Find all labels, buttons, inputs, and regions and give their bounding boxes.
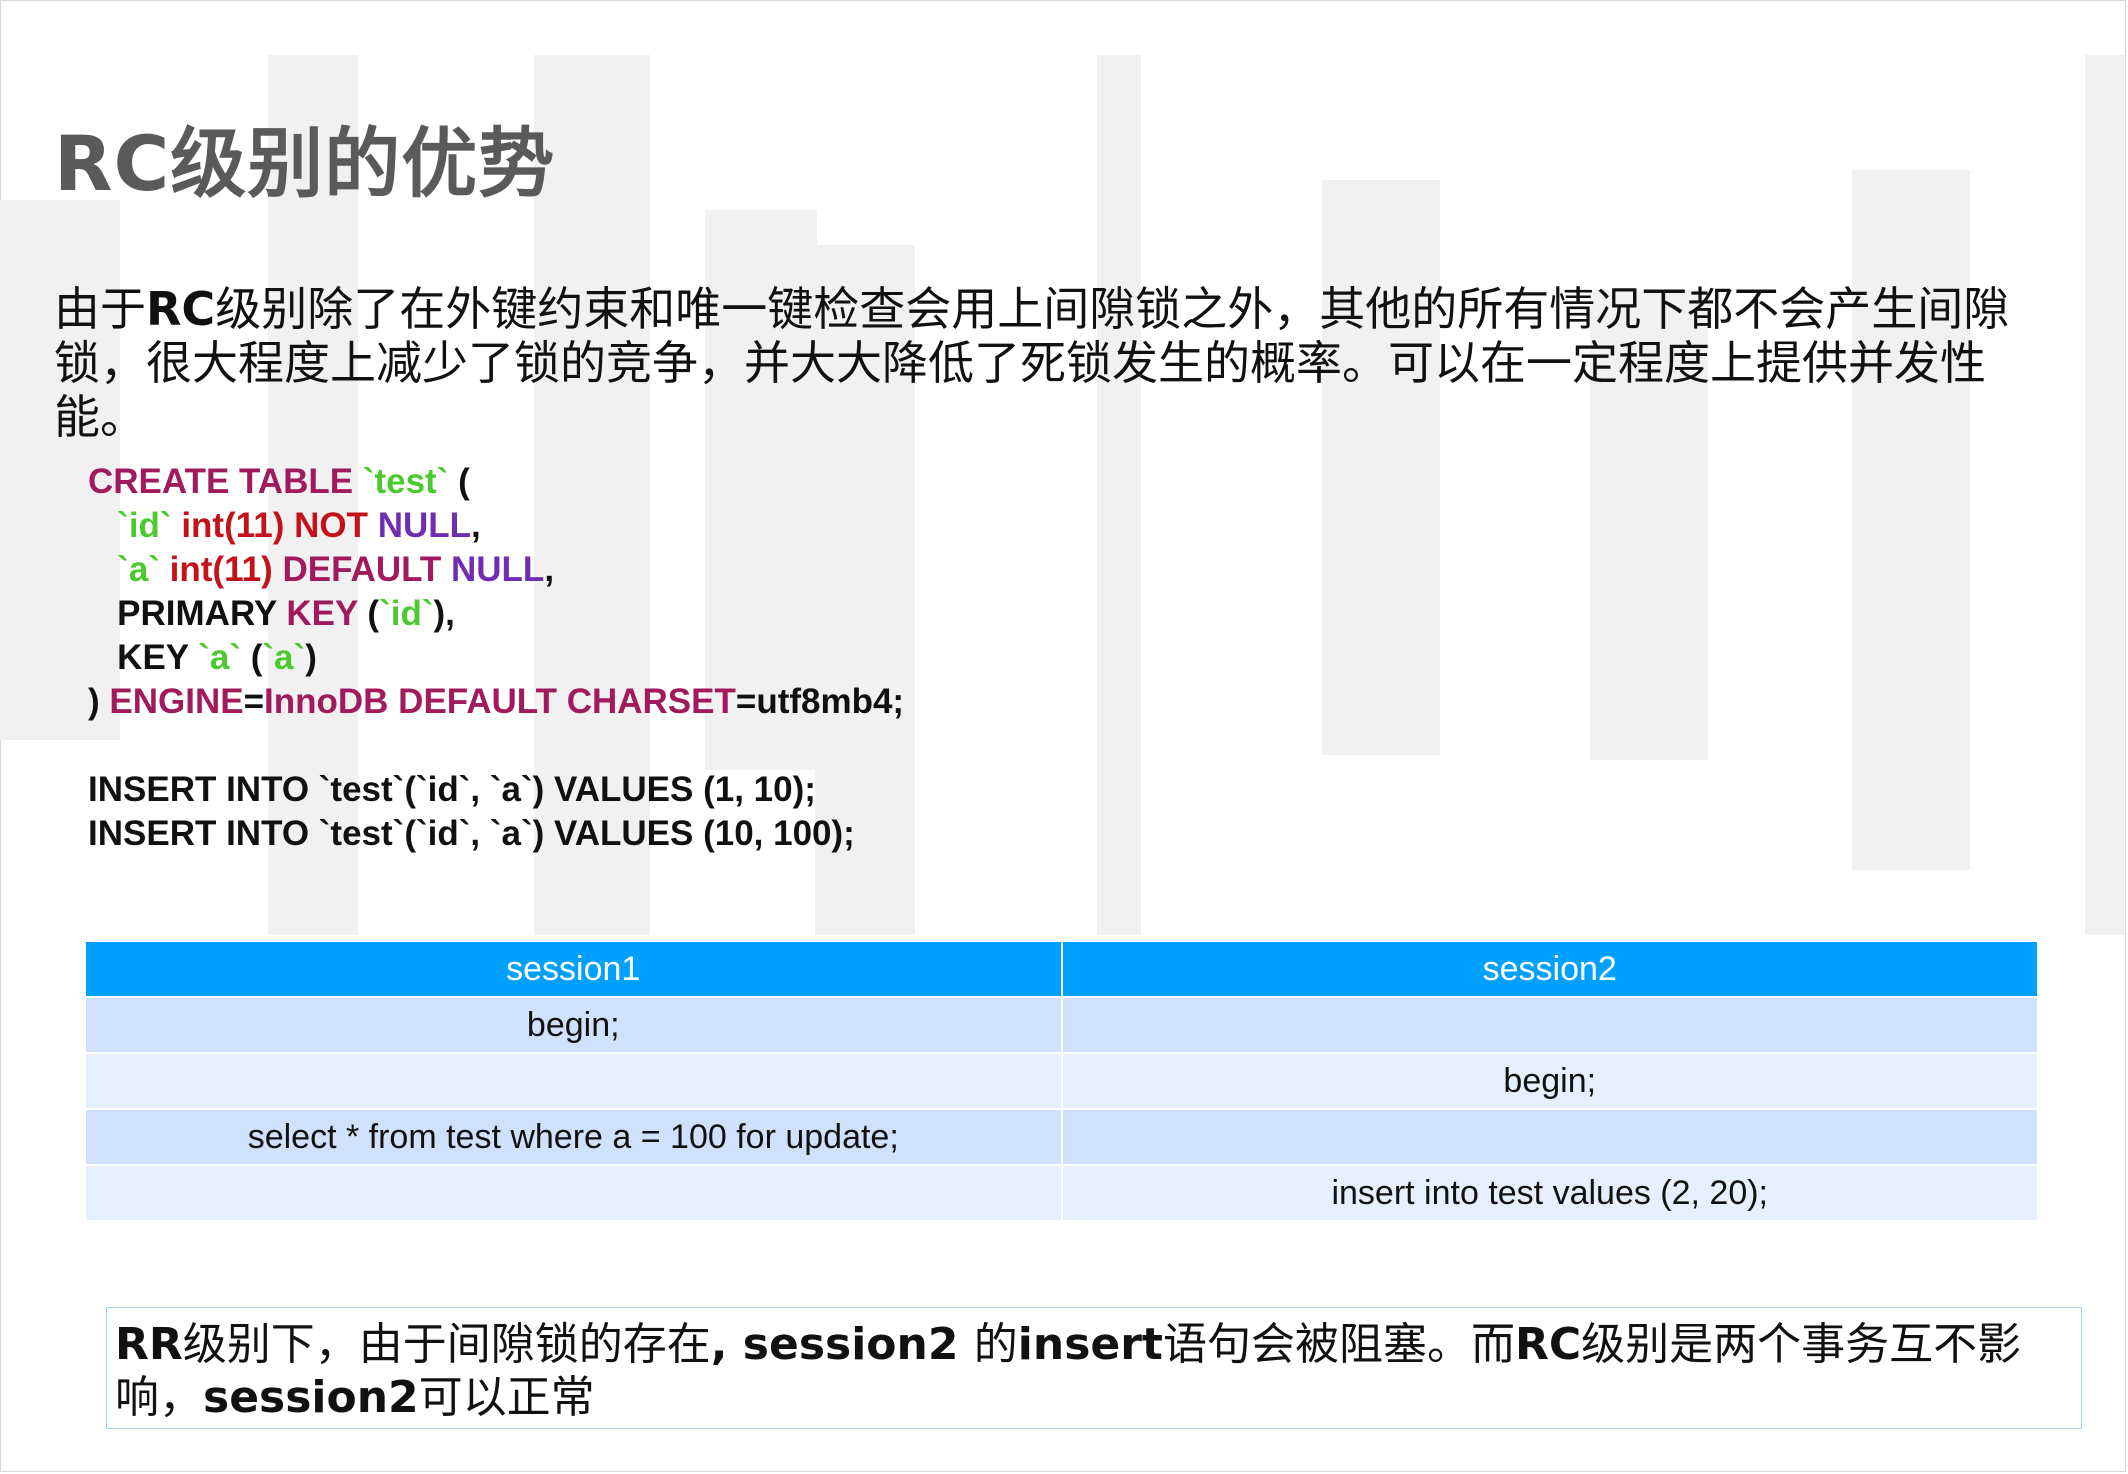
table-row: select * from test where a = 100 for upd… [84,1108,2039,1166]
note-bold-text: RC [1514,1319,1582,1370]
code-token: `id` [379,594,434,633]
code-token: ) [305,638,317,677]
intro-paragraph: 由于RC级别除了在外键约束和唯一键检查会用上间隙锁之外，其他的所有情况下都不会产… [54,282,2044,444]
note-text: 的 [973,1319,1018,1370]
table-cell [84,1052,1063,1110]
code-token: int(11) [159,550,273,589]
code-token: =utf8mb4; [735,682,905,721]
code-token: , [544,550,555,589]
code-token: ), [433,594,455,633]
code-line-1: CREATE TABLE `test` ( [88,460,1188,504]
table-cell [1060,996,2039,1054]
code-token: = [243,682,265,721]
code-token: , [471,506,481,545]
table-cell: select * from test where a = 100 for upd… [84,1108,1063,1166]
code-token: KEY [276,594,358,633]
background-stripe [1852,170,1970,870]
table-cell [84,1164,1063,1222]
code-token: `test` [353,462,449,501]
code-line-7: INSERT INTO `test`(`id`, `a`) VALUES (1,… [88,770,816,809]
note-bold-text: insert [1017,1319,1163,1370]
code-line-4: PRIMARY KEY (`id`), [88,592,1188,636]
table-header-row: session1 session2 [84,940,2039,998]
table-cell: insert into test values (2, 20); [1060,1164,2039,1222]
code-token: `a` [88,550,160,589]
code-token: DEFAULT [272,550,442,589]
code-line-2: `id` int(11) NOT NULL, [88,504,1188,548]
background-stripe [1322,180,1440,755]
code-token: `id` [88,506,172,545]
note-text: 语句会被阻塞。而 [1162,1319,1515,1370]
intro-bold-rc: RC [146,282,216,336]
intro-text-2: 级别除了在外键约束和唯一键检查会用上间隙锁之外，其他的所有情况下都不会产生间隙锁… [54,282,2010,444]
table-row: insert into test values (2, 20); [84,1164,2039,1222]
code-line-5: KEY `a` (`a`) [88,636,1188,680]
code-token: ( [241,638,263,677]
note-text: 级别下，由于间隙锁的存在 [182,1319,711,1370]
code-token: NULL [441,550,545,589]
background-stripe [2085,55,2125,935]
code-line-6: ) ENGINE=InnoDB DEFAULT CHARSET=utf8mb4; [88,680,1188,724]
code-line-8: INSERT INTO `test`(`id`, `a`) VALUES (10… [88,814,855,853]
code-token: `a` [188,638,242,677]
note-bold-text: , session2 [710,1319,974,1370]
table-cell: begin; [84,996,1063,1054]
code-token: `a` [262,638,306,677]
code-token: ) [88,682,110,721]
code-token: int(11) [171,506,285,545]
table-row: begin; [84,996,2039,1054]
note-bold-text: RR [115,1319,183,1370]
code-token: KEY [88,638,189,677]
note-bold-text: session2 [203,1372,419,1423]
header-session1: session1 [84,940,1063,998]
page-title: RC级别的优势 [54,119,556,208]
code-token: ( [357,594,380,633]
code-token: NOT [284,506,368,545]
code-token: InnoDB DEFAULT CHARSET [264,682,736,721]
session-table: session1 session2 begin; begin; select *… [84,940,2039,1222]
note-text: 可以正常 [418,1372,595,1423]
code-token: ENGINE [109,682,244,721]
code-token: ( [448,462,470,501]
sql-code-block: CREATE TABLE `test` ( `id` int(11) NOT N… [88,460,1188,856]
code-token: NULL [368,506,472,545]
code-token: PRIMARY [88,594,277,633]
code-token: CREATE TABLE [88,462,354,501]
intro-text-1: 由于 [54,282,146,336]
code-line-3: `a` int(11) DEFAULT NULL, [88,548,1188,592]
table-cell [1060,1108,2039,1166]
table-row: begin; [84,1052,2039,1110]
conclusion-note: RR级别下，由于间隙锁的存在, session2 的insert语句会被阻塞。而… [106,1307,2082,1429]
header-session2: session2 [1060,940,2039,998]
table-cell: begin; [1060,1052,2039,1110]
